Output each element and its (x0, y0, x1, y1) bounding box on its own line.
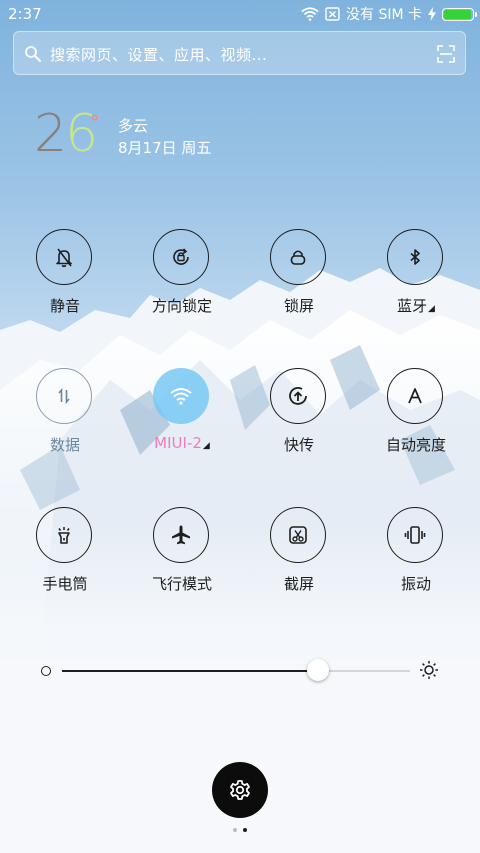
toggle-mobile-data[interactable]: 数据 (17, 368, 113, 468)
toggle-flashlight-button[interactable] (36, 507, 92, 563)
airplane-icon (172, 525, 190, 545)
toggle-wifi-text: MIUI-2 (154, 434, 202, 452)
toggle-rotation-lock-label: 方向锁定 (151, 297, 212, 315)
brightness-slider-thumb[interactable] (306, 659, 329, 681)
toggle-flashlight-label: 手电筒 (42, 575, 88, 593)
toggle-wifi-button[interactable] (153, 368, 209, 424)
brightness-high-icon (420, 661, 438, 679)
toggle-lock-screen[interactable]: 锁屏 (251, 229, 347, 329)
sim-status-text: 没有 SIM 卡 (346, 7, 422, 23)
toggle-rotation-lock[interactable]: 方向锁定 (134, 229, 230, 329)
control-center-screen: 2:37 没有 SIM 卡 搜索网页、设置、应用、视频... 26 ° 多云 8… (0, 0, 480, 853)
temperature-digit-tens: 2 (34, 104, 67, 164)
toggle-bluetooth-text: 蓝牙 (397, 297, 428, 315)
toggle-screenshot-label: 截屏 (283, 575, 314, 593)
lock-icon (290, 250, 306, 265)
toggle-screenshot[interactable]: 截屏 (251, 507, 347, 607)
vibrate-icon (404, 526, 426, 544)
toggle-quick-transfer[interactable]: 快传 (251, 368, 347, 468)
wifi-icon (301, 7, 319, 21)
toggle-wifi[interactable]: MIUI-2◢ (134, 368, 230, 468)
toggle-mobile-data-button[interactable] (36, 368, 92, 424)
quick-transfer-icon (289, 387, 307, 405)
status-bar: 2:37 没有 SIM 卡 (0, 0, 480, 28)
settings-button[interactable] (212, 762, 268, 818)
bluetooth-icon (410, 249, 420, 265)
scan-icon[interactable] (437, 45, 455, 63)
toggle-airplane-label: 飞行模式 (151, 575, 212, 593)
toggle-flashlight[interactable]: 手电筒 (17, 507, 113, 607)
brightness-slider[interactable] (62, 659, 410, 681)
brightness-slider-fill (62, 670, 318, 672)
toggle-bluetooth[interactable]: 蓝牙◢ (368, 229, 464, 329)
weather-date: 8月17日 周五 (118, 139, 212, 157)
flashlight-icon (58, 527, 70, 544)
wifi-icon (170, 388, 192, 405)
toggle-auto-brightness-label: 自动亮度 (385, 436, 446, 454)
toggle-silent-button[interactable] (36, 229, 92, 285)
gear-icon (230, 780, 250, 800)
search-input[interactable]: 搜索网页、设置、应用、视频... (50, 44, 267, 65)
toggle-rotation-lock-button[interactable] (153, 229, 209, 285)
toggle-bluetooth-label: 蓝牙◢ (368, 295, 464, 316)
toggle-vibrate-button[interactable] (387, 507, 443, 563)
weather-condition: 多云 (118, 117, 149, 135)
charging-icon (428, 7, 436, 21)
page-indicator (233, 828, 247, 832)
silent-bell-icon (56, 248, 72, 268)
more-options-indicator: ◢ (202, 441, 210, 451)
page-dot-current (243, 828, 247, 832)
auto-brightness-icon (408, 388, 422, 404)
toggle-vibrate-label: 振动 (400, 575, 431, 593)
toggle-lock-screen-button[interactable] (270, 229, 326, 285)
sim-card-icon (325, 7, 340, 21)
toggle-screenshot-button[interactable] (270, 507, 326, 563)
screenshot-icon (289, 526, 307, 544)
more-options-indicator: ◢ (428, 304, 435, 314)
status-icons: 没有 SIM 卡 (301, 4, 477, 24)
toggle-vibrate[interactable]: 振动 (368, 507, 464, 607)
battery-level (444, 9, 471, 19)
toggle-bluetooth-button[interactable] (387, 229, 443, 285)
battery-icon (442, 7, 477, 21)
toggle-quick-transfer-button[interactable] (270, 368, 326, 424)
toggle-silent-label: 静音 (49, 297, 80, 315)
weather-temperature[interactable]: 26 (34, 104, 98, 164)
page-dot (233, 828, 237, 832)
toggle-airplane-button[interactable] (153, 507, 209, 563)
status-time: 2:37 (8, 5, 42, 23)
toggle-lock-screen-label: 锁屏 (283, 297, 314, 315)
toggle-auto-brightness-button[interactable] (387, 368, 443, 424)
toggle-quick-transfer-label: 快传 (283, 436, 314, 454)
rotation-lock-icon (173, 248, 189, 265)
toggle-airplane[interactable]: 飞行模式 (134, 507, 230, 607)
mobile-data-icon (58, 387, 70, 405)
search-bar[interactable]: 搜索网页、设置、应用、视频... (13, 31, 466, 75)
toggle-auto-brightness[interactable]: 自动亮度 (368, 368, 464, 468)
brightness-low-icon (41, 666, 51, 676)
toggle-wifi-label: MIUI-2◢ (134, 434, 230, 452)
toggle-silent[interactable]: 静音 (17, 229, 113, 329)
degree-symbol: ° (90, 112, 99, 133)
search-icon (25, 46, 41, 62)
toggle-mobile-data-label: 数据 (49, 436, 80, 454)
